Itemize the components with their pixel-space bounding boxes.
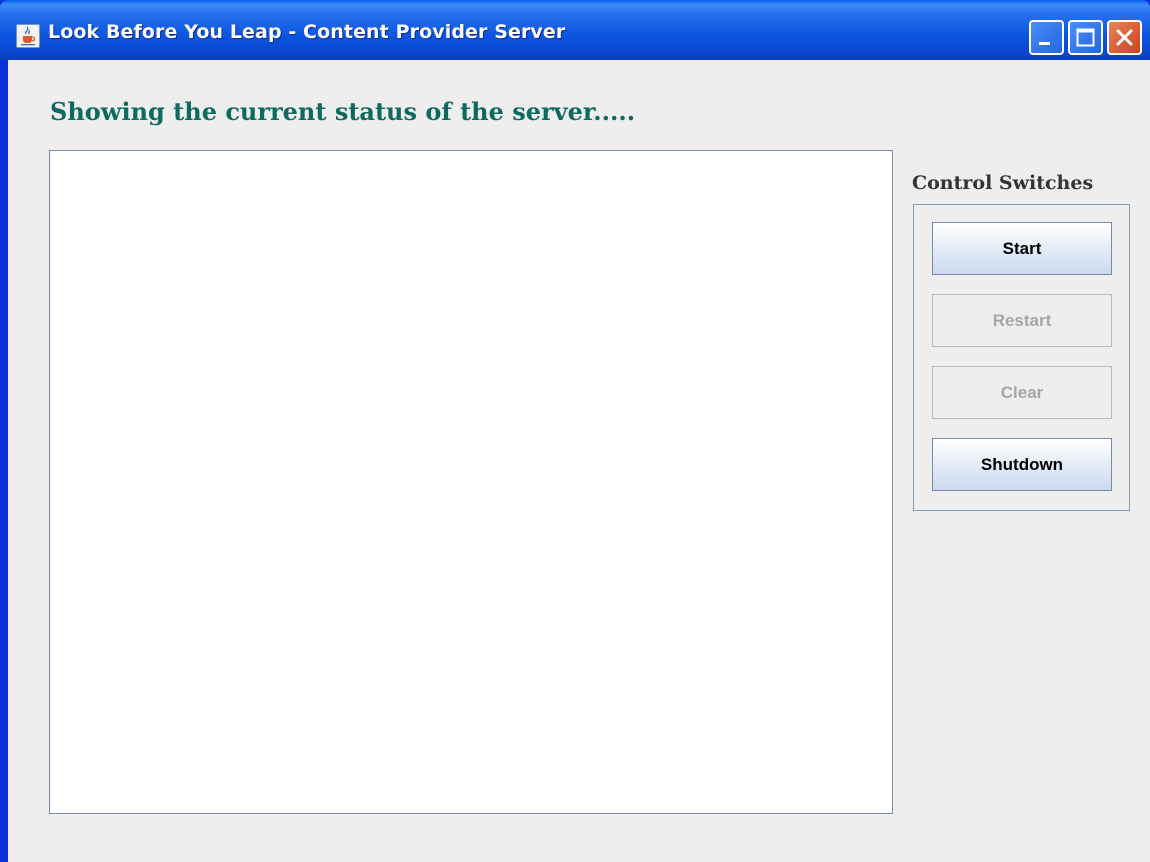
close-icon[interactable]	[1107, 20, 1142, 55]
client-area: Showing the current status of the server…	[8, 60, 1150, 862]
shutdown-button[interactable]: Shutdown	[932, 438, 1112, 491]
java-cup-icon[interactable]	[16, 24, 40, 48]
server-status-textarea[interactable]	[49, 150, 893, 814]
minimize-icon[interactable]	[1029, 20, 1064, 55]
clear-button[interactable]: Clear	[932, 366, 1112, 419]
control-switches-label: Control Switches	[912, 172, 1094, 194]
maximize-icon[interactable]	[1068, 20, 1103, 55]
title-bar[interactable]: Look Before You Leap - Content Provider …	[0, 0, 1150, 60]
control-switches-panel: Start Restart Clear Shutdown	[913, 204, 1130, 511]
start-button[interactable]: Start	[932, 222, 1112, 275]
status-heading: Showing the current status of the server…	[50, 97, 636, 126]
restart-button[interactable]: Restart	[932, 294, 1112, 347]
app-window: Look Before You Leap - Content Provider …	[0, 0, 1150, 862]
window-title: Look Before You Leap - Content Provider …	[48, 21, 566, 43]
